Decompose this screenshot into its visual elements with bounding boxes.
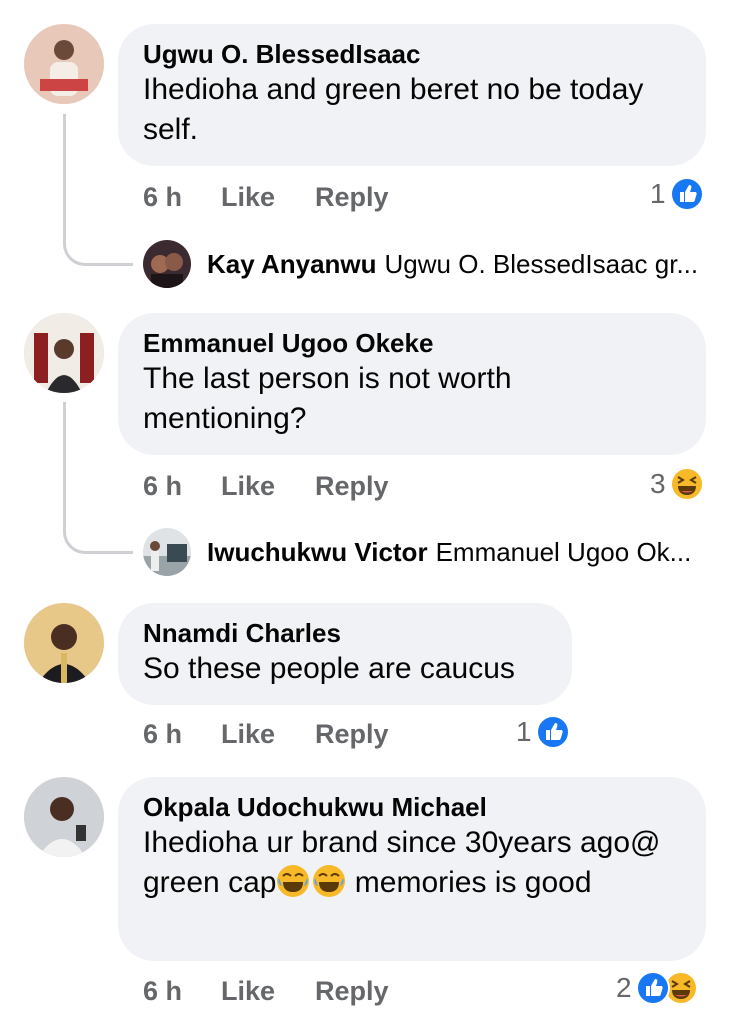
reply-button[interactable]: Reply	[315, 468, 389, 504]
avatar	[143, 528, 191, 576]
reaction-summary[interactable]: 1	[650, 176, 704, 212]
comment: Nnamdi Charles So these people are caucu…	[0, 580, 730, 760]
reaction-count: 1	[516, 716, 532, 747]
comment-time[interactable]: 6 h	[143, 716, 182, 752]
avatar	[143, 240, 191, 288]
like-button[interactable]: Like	[221, 716, 275, 752]
like-button[interactable]: Like	[221, 179, 275, 215]
like-icon	[669, 177, 704, 211]
tears-of-joy-emoji	[277, 865, 310, 897]
like-icon	[535, 715, 570, 749]
tears-of-joy-emoji	[313, 865, 346, 897]
comment-author[interactable]: Nnamdi Charles	[143, 617, 547, 649]
comment: Ugwu O. BlessedIsaac Ihedioha and green …	[0, 0, 730, 290]
like-button[interactable]: Like	[221, 973, 275, 1009]
comment-actions: 6 h Like Reply	[143, 179, 703, 215]
thread-line	[63, 114, 133, 266]
comment-time[interactable]: 6 h	[143, 179, 182, 215]
reaction-summary[interactable]: 3	[650, 466, 704, 502]
reply-button[interactable]: Reply	[315, 716, 389, 752]
reaction-count: 2	[616, 972, 632, 1003]
reply-text: Emmanuel Ugoo Ok...	[435, 536, 692, 567]
comment-actions: 6 h Like Reply	[143, 468, 703, 504]
reply-preview[interactable]: Kay Anyanwu Ugwu O. BlessedIsaac gr...	[143, 240, 698, 288]
reply-text: Ugwu O. BlessedIsaac gr...	[384, 248, 699, 279]
reply-button[interactable]: Reply	[315, 179, 389, 215]
comment-text: Ihedioha ur brand since 30years ago@ gre…	[143, 823, 663, 903]
comment-author[interactable]: Emmanuel Ugoo Okeke	[143, 327, 681, 359]
haha-icon	[669, 467, 704, 501]
comment: Okpala Udochukwu Michael Ihedioha ur bra…	[0, 760, 730, 1024]
comment-bubble: Okpala Udochukwu Michael Ihedioha ur bra…	[118, 777, 706, 961]
reply-author[interactable]: Iwuchukwu Victor	[207, 537, 428, 568]
reaction-count: 1	[650, 178, 666, 209]
comment-time[interactable]: 6 h	[143, 468, 182, 504]
comment-bubble: Ugwu O. BlessedIsaac Ihedioha and green …	[118, 24, 706, 166]
comment-time[interactable]: 6 h	[143, 973, 182, 1009]
reply-button[interactable]: Reply	[315, 973, 389, 1009]
reply-preview[interactable]: Iwuchukwu Victor Emmanuel Ugoo Ok...	[143, 528, 691, 576]
comment-actions: 6 h Like Reply	[143, 973, 603, 1009]
like-icon	[635, 971, 670, 1005]
comment-actions: 6 h Like Reply	[143, 716, 543, 752]
comment-text: Ihedioha and green beret no be today sel…	[143, 73, 644, 146]
comment: Emmanuel Ugoo Okeke The last person is n…	[0, 290, 730, 580]
avatar[interactable]	[24, 313, 104, 393]
comment-text: The last person is not worth mentioning?	[143, 362, 512, 435]
comment-bubble: Emmanuel Ugoo Okeke The last person is n…	[118, 313, 706, 455]
avatar[interactable]	[24, 24, 104, 104]
comment-text: So these people are caucus	[143, 652, 515, 685]
reaction-summary[interactable]: 2	[616, 970, 698, 1006]
reaction-summary[interactable]: 1	[516, 714, 570, 750]
comment-text-part: memories is good	[346, 866, 592, 899]
comment-bubble: Nnamdi Charles So these people are caucu…	[118, 603, 572, 705]
reaction-count: 3	[650, 468, 666, 499]
reply-author[interactable]: Kay Anyanwu	[207, 249, 377, 280]
avatar[interactable]	[24, 777, 104, 857]
avatar[interactable]	[24, 603, 104, 683]
thread-line	[63, 402, 133, 554]
like-button[interactable]: Like	[221, 468, 275, 504]
comment-author[interactable]: Ugwu O. BlessedIsaac	[143, 38, 681, 70]
comment-author[interactable]: Okpala Udochukwu Michael	[143, 791, 681, 823]
